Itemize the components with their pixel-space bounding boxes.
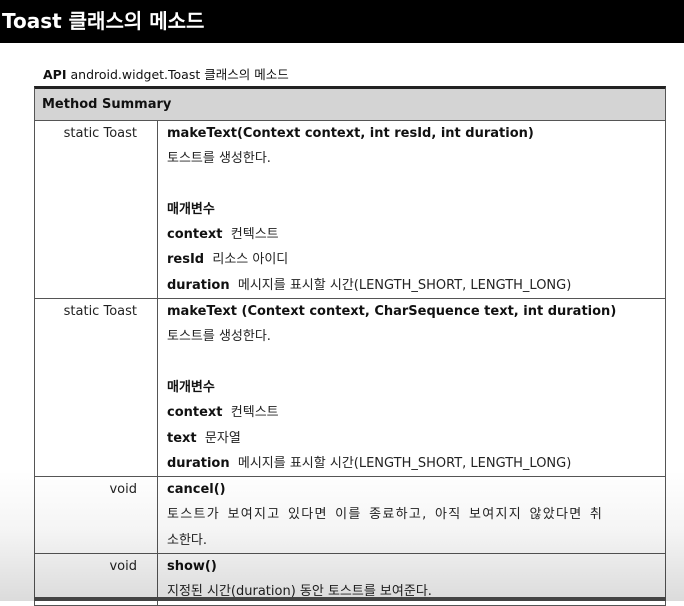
method-summary-table: Method Summary static Toast makeText(Con… — [34, 86, 666, 606]
param-desc: 리소스 아이디 — [212, 252, 289, 268]
param-desc: 컨텍스트 — [230, 405, 279, 421]
param-item: text 문자열 — [167, 426, 665, 451]
method-summary-header: Method Summary — [35, 89, 665, 121]
method-row-maketext-text: static Toast makeText (Context context, … — [35, 299, 665, 478]
method-signature: makeText (Context context, CharSequence … — [167, 304, 617, 320]
param-desc: 컨텍스트 — [230, 227, 279, 243]
method-row-cancel: void cancel() 토스트가 보여지고 있다면 이를 종료하고, 아직 … — [35, 477, 665, 555]
method-signature: makeText(Context context, int resId, int… — [167, 126, 534, 141]
param-name: context — [167, 227, 223, 243]
param-item: duration 메시지를 표시할 시간(LENGTH_SHORT, LENGT… — [167, 451, 665, 476]
return-type: void — [35, 477, 158, 554]
method-detail: makeText(Context context, int resId, int… — [158, 121, 665, 298]
caption-api-label: API — [43, 67, 67, 82]
param-item: duration 메시지를 표시할 시간(LENGTH_SHORT, LENGT… — [167, 273, 665, 298]
param-item: context 컨텍스트 — [167, 400, 665, 425]
param-desc: 문자열 — [204, 430, 241, 446]
param-name: duration — [167, 277, 230, 293]
param-name: resId — [167, 252, 205, 268]
method-description: 토스트를 생성한다. — [167, 329, 271, 345]
param-name: text — [167, 430, 197, 446]
method-row-maketext-resid: static Toast makeText(Context context, i… — [35, 121, 665, 300]
param-item: resId 리소스 아이디 — [167, 247, 665, 272]
page-title: Toast 클래스의 메소드 — [0, 0, 684, 43]
method-description: 토스트를 생성한다. — [167, 151, 271, 167]
method-description-line: 소한다. — [167, 532, 208, 548]
param-desc: 메시지를 표시할 시간(LENGTH_SHORT, LENGTH_LONG) — [237, 277, 572, 293]
caption-text: android.widget.Toast 클래스의 메소드 — [70, 67, 289, 82]
param-name: duration — [167, 455, 230, 471]
param-item: context 컨텍스트 — [167, 222, 665, 247]
param-name: context — [167, 405, 223, 421]
method-signature: show() — [167, 559, 217, 575]
table-bottom-border — [34, 597, 666, 601]
return-type: static Toast — [35, 121, 158, 299]
table-caption: API android.widget.Toast 클래스의 메소드 — [43, 64, 289, 83]
params-heading: 매개변수 — [167, 379, 215, 395]
method-description-line: 토스트가 보여지고 있다면 이를 종료하고, 아직 보여지지 않았다면 취 — [167, 507, 604, 523]
param-desc: 메시지를 표시할 시간(LENGTH_SHORT, LENGTH_LONG) — [237, 455, 572, 471]
params-heading: 매개변수 — [167, 201, 215, 217]
method-detail: cancel() 토스트가 보여지고 있다면 이를 종료하고, 아직 보여지지 … — [158, 477, 665, 553]
method-detail: makeText (Context context, CharSequence … — [158, 299, 665, 476]
method-signature: cancel() — [167, 482, 226, 498]
return-type: static Toast — [35, 299, 158, 477]
